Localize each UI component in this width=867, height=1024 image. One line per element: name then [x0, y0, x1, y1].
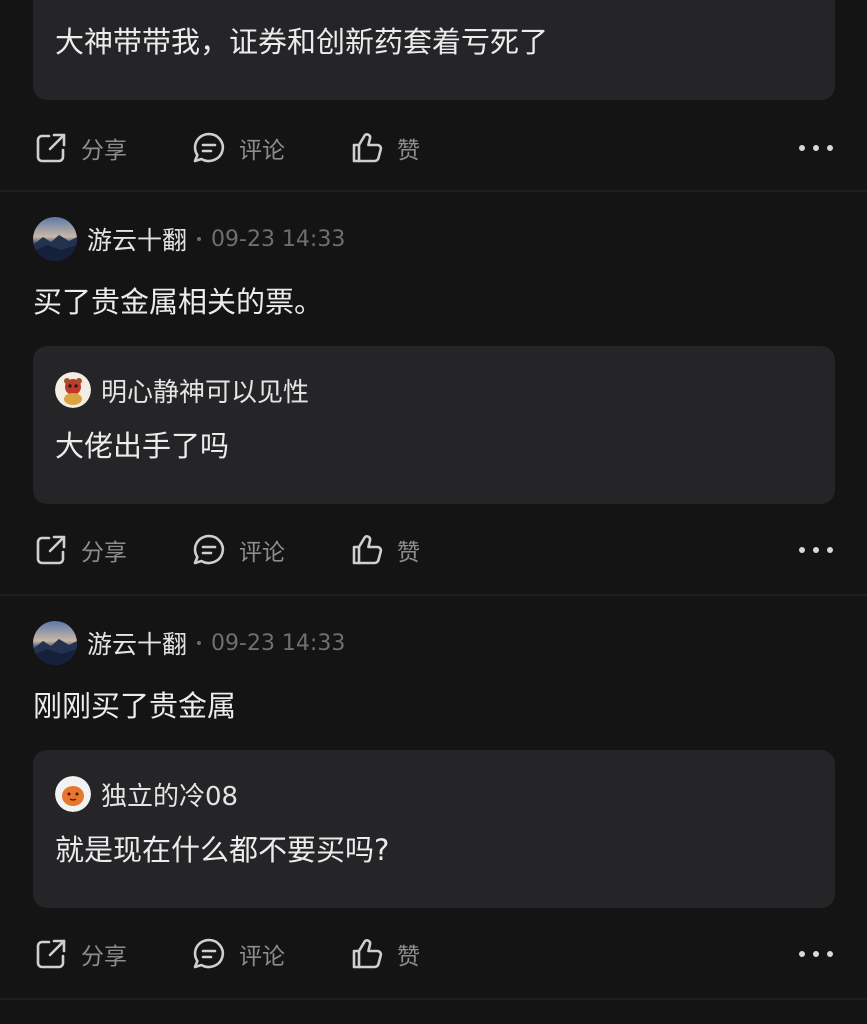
- avatar[interactable]: [33, 621, 77, 665]
- separator-dot: [197, 641, 202, 645]
- like-button[interactable]: 赞: [349, 126, 420, 170]
- more-dot: [813, 145, 819, 151]
- comment-label: 评论: [239, 138, 285, 164]
- thumbs-up-icon: [352, 133, 383, 163]
- more-dot: [827, 951, 833, 957]
- quoted-comment-text: 大佬出手了吗: [55, 429, 230, 463]
- post-timestamp: 09-23 14:33: [211, 630, 346, 656]
- action-bar: 分享 评论 赞: [33, 528, 833, 572]
- reply-post: 游云十翻 09-23 14:33 刚刚买了贵金属 独立的冷08 就是现在什么都不: [0, 596, 867, 1000]
- more-dot: [813, 547, 819, 553]
- author-row: 游云十翻 09-23 14:33: [33, 620, 345, 666]
- more-options-button[interactable]: [799, 534, 833, 566]
- comment-feed: 大神带带我，证券和创新药套着亏死了 分享 评论 赞 游云十翻 09-23 14:…: [0, 0, 867, 1024]
- more-dots-icon: [799, 145, 805, 151]
- quoted-author-row: 明心静神可以见性: [55, 372, 309, 408]
- quoted-avatar[interactable]: [55, 776, 91, 812]
- quoted-author-name[interactable]: 独立的冷08: [101, 776, 238, 813]
- quoted-author-name[interactable]: 明心静神可以见性: [101, 372, 309, 409]
- share-button[interactable]: 分享: [33, 126, 127, 170]
- like-label: 赞: [397, 138, 420, 164]
- share-icon: [36, 133, 66, 163]
- reply-post: 游云十翻 09-23 14:33 买了贵金属相关的票。 明心静神可以见性 大佬出…: [0, 192, 867, 596]
- author-name[interactable]: 游云十翻: [87, 221, 187, 257]
- comment-button[interactable]: 评论: [191, 126, 285, 170]
- author-row: 游云十翻 09-23 14:33: [33, 216, 345, 262]
- comment-button[interactable]: 评论: [191, 932, 285, 976]
- comment-label: 评论: [239, 540, 285, 566]
- share-icon: [36, 535, 66, 565]
- post-text: 刚刚买了贵金属: [33, 689, 237, 723]
- action-bar: 分享 评论 赞: [33, 126, 833, 170]
- thumbs-up-icon: [352, 939, 383, 969]
- more-dot: [827, 547, 833, 553]
- more-dots-icon: [799, 951, 805, 957]
- quoted-comment-card[interactable]: 明心静神可以见性 大佬出手了吗: [33, 346, 835, 504]
- post-timestamp: 09-23 14:33: [211, 226, 346, 252]
- reply-post: 大神带带我，证券和创新药套着亏死了 分享 评论 赞: [0, 0, 867, 192]
- more-options-button[interactable]: [799, 938, 833, 970]
- avatar[interactable]: [33, 217, 77, 261]
- separator-dot: [197, 237, 202, 241]
- like-label: 赞: [397, 540, 420, 566]
- share-label: 分享: [81, 138, 127, 164]
- share-label: 分享: [81, 540, 127, 566]
- comment-button[interactable]: 评论: [191, 528, 285, 572]
- like-label: 赞: [397, 944, 420, 970]
- comment-label: 评论: [239, 944, 285, 970]
- quoted-comment-text: 就是现在什么都不要买吗?: [55, 833, 390, 867]
- post-text: 买了贵金属相关的票。: [33, 285, 324, 319]
- thumbs-up-icon: [352, 535, 383, 565]
- more-dot: [827, 145, 833, 151]
- comment-icon: [193, 534, 225, 565]
- like-button[interactable]: 赞: [349, 528, 420, 572]
- share-icon: [36, 939, 66, 969]
- more-dots-icon: [799, 547, 805, 553]
- quoted-author-row: 独立的冷08: [55, 776, 238, 812]
- share-button[interactable]: 分享: [33, 932, 127, 976]
- share-label: 分享: [81, 944, 127, 970]
- comment-icon: [193, 938, 225, 969]
- quoted-comment-card[interactable]: 大神带带我，证券和创新药套着亏死了: [33, 0, 835, 100]
- quoted-avatar[interactable]: [55, 372, 91, 408]
- author-name[interactable]: 游云十翻: [87, 625, 187, 661]
- like-button[interactable]: 赞: [349, 932, 420, 976]
- comment-icon: [193, 132, 225, 163]
- quoted-comment-text: 大神带带我，证券和创新药套着亏死了: [55, 25, 549, 59]
- share-button[interactable]: 分享: [33, 528, 127, 572]
- more-options-button[interactable]: [799, 132, 833, 164]
- quoted-comment-card[interactable]: 独立的冷08 就是现在什么都不要买吗?: [33, 750, 835, 908]
- action-bar: 分享 评论 赞: [33, 932, 833, 976]
- more-dot: [813, 951, 819, 957]
